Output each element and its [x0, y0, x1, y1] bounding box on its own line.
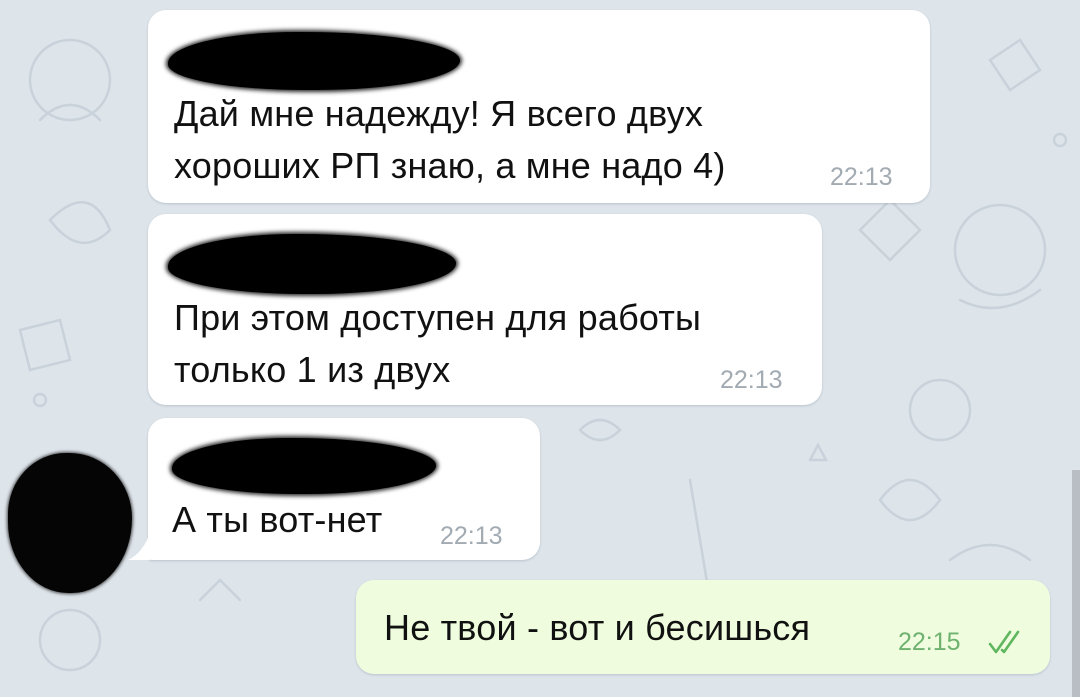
message-text: А ты вот-нет	[172, 499, 383, 540]
message-time: 22:13	[440, 522, 503, 550]
double-check-icon	[988, 630, 1020, 654]
message-bubble-1[interactable]: Дай мне надежду! Я всего двух хороших РП…	[148, 10, 930, 203]
message-bubble-2[interactable]: При этом доступен для работы только 1 из…	[148, 214, 822, 405]
message-bubble-4[interactable]: Не твой - вот и бесишься 22:15	[356, 580, 1050, 674]
message-bubble-3[interactable]: А ты вот-нет 22:13	[148, 418, 540, 560]
message-time: 22:13	[830, 163, 893, 191]
sender-name-redaction	[168, 234, 456, 294]
sender-name-redaction	[172, 438, 436, 494]
message-text: Не твой - вот и бесишься	[384, 607, 811, 648]
bubble-tail	[128, 532, 150, 560]
message-text: Дай мне надежду! Я всего двух хороших РП…	[174, 93, 726, 186]
sender-name-redaction	[168, 32, 460, 90]
scrollbar[interactable]	[1072, 470, 1080, 697]
message-text: При этом доступен для работы только 1 из…	[174, 297, 702, 390]
avatar[interactable]	[8, 453, 132, 593]
message-time: 22:13	[720, 366, 783, 394]
message-time: 22:15	[898, 628, 961, 656]
